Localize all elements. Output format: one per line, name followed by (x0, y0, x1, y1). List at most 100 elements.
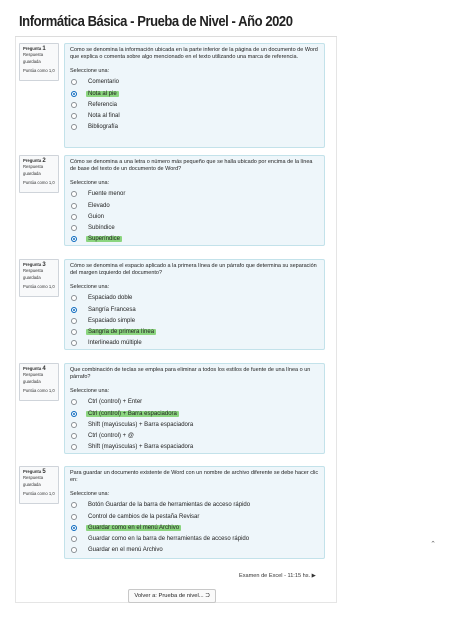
answer-label[interactable]: Guion (86, 214, 106, 220)
question-content: Que combinación de teclas se emplea para… (64, 363, 325, 454)
next-activity-link[interactable]: Examen de Excel - 11:15 hs. ▶ (239, 573, 316, 579)
answer-option[interactable]: Comentario (70, 77, 320, 88)
answer-prompt: Seleccione una: (70, 387, 110, 394)
answer-label[interactable]: Ctrl (control) + Enter (86, 399, 144, 405)
answer-label[interactable]: Nota al pie (86, 90, 119, 97)
question-number-value: 4 (42, 366, 46, 372)
answer-option[interactable]: Sangría Francesa (70, 304, 320, 315)
answer-option[interactable]: Guardar como en el menú Archivo (70, 522, 320, 533)
back-to-quiz-button[interactable]: Volver a: Prueba de nivel... ⮊ (128, 589, 216, 603)
answer-option[interactable]: Guardar como en la barra de herramientas… (70, 533, 320, 544)
radio-button[interactable] (71, 191, 77, 198)
answer-option[interactable]: Interlineado múltiple (70, 338, 320, 349)
radio-button[interactable] (71, 328, 77, 335)
answer-label[interactable]: Elevado (86, 203, 112, 209)
question-info: Pregunta 3 Respuesta guardada Puntúa como … (19, 259, 59, 297)
answer-label[interactable]: Superíndice (86, 236, 123, 243)
radio-button[interactable] (71, 236, 77, 243)
answer-label[interactable]: Guardar como en el menú Archivo (86, 524, 182, 531)
question-number-value: 3 (42, 262, 46, 268)
question-info: Pregunta 5 Respuesta guardada Puntúa como … (19, 466, 59, 504)
radio-button[interactable] (71, 124, 77, 131)
answer-label[interactable]: Fuente menor (86, 191, 127, 197)
answer-option[interactable]: Shift (mayúsculas) + Barra espaciadora (70, 442, 320, 453)
radio-button[interactable] (71, 317, 77, 324)
radio-button[interactable] (71, 524, 77, 531)
radio-button[interactable] (71, 502, 77, 509)
radio-button[interactable] (71, 399, 77, 406)
page-title: Informática Básica - Prueba de Nivel - A… (19, 14, 293, 30)
chevron-up-icon[interactable]: ⌃ (428, 540, 438, 550)
answer-label[interactable]: Botón Guardar de la barra de herramienta… (86, 502, 252, 508)
answer-label[interactable]: Sangría de primera línea (86, 328, 157, 335)
answer-label[interactable]: Espaciado doble (86, 295, 134, 301)
answer-option[interactable]: Guion (70, 211, 320, 222)
answer-label[interactable]: Nota al final (86, 113, 122, 119)
answer-option[interactable]: Bibliografía (70, 122, 320, 133)
answer-label[interactable]: Comentario (86, 79, 121, 85)
radio-button[interactable] (71, 547, 77, 554)
answer-label[interactable]: Shift (mayúsculas) + Barra espaciadora (86, 422, 195, 428)
answer-option[interactable]: Ctrl (control) + @ (70, 430, 320, 441)
radio-button[interactable] (71, 421, 77, 428)
radio-button[interactable] (71, 432, 77, 439)
answer-label[interactable]: Referencia (86, 102, 119, 108)
answer-label[interactable]: Shift (mayúsculas) + Barra espaciadora (86, 444, 195, 450)
question-status: Respuesta guardada (23, 268, 44, 280)
radio-button[interactable] (71, 295, 77, 302)
answer-option[interactable]: Ctrl (control) + Barra espaciadora (70, 408, 320, 419)
answer-label[interactable]: Sangría Francesa (86, 307, 138, 313)
radio-button[interactable] (71, 79, 77, 86)
radio-button[interactable] (71, 410, 77, 417)
answer-option[interactable]: Guardar en el menú Archivo (70, 545, 320, 556)
answer-label[interactable]: Ctrl (control) + @ (86, 433, 136, 439)
question-number-label: Pregunta (23, 158, 42, 163)
answer-label[interactable]: Ctrl (control) + Barra espaciadora (86, 410, 179, 417)
answer-option[interactable]: Subíndice (70, 222, 320, 233)
answer-option[interactable]: Fuente menor (70, 189, 320, 200)
radio-button[interactable] (71, 112, 77, 119)
question-score: Puntúa como 1,0 (23, 284, 55, 290)
question-text: Cómo se denomina a una letra o número má… (70, 159, 313, 173)
answer-option[interactable]: Nota al final (70, 110, 320, 121)
answer-option[interactable]: Botón Guardar de la barra de herramienta… (70, 500, 320, 511)
question-number-label: Pregunta (23, 262, 42, 267)
answer-option[interactable]: Control de cambios de la pestaña Revisar (70, 511, 320, 522)
question-info: Pregunta 2 Respuesta guardada Puntúa como … (19, 155, 59, 193)
radio-button[interactable] (71, 306, 77, 313)
answer-label[interactable]: Guardar en el menú Archivo (86, 547, 165, 553)
radio-button[interactable] (71, 340, 77, 347)
answer-option[interactable]: Sangría de primera línea (70, 326, 320, 337)
answer-option[interactable]: Superíndice (70, 234, 320, 245)
radio-button[interactable] (71, 224, 77, 231)
radio-button[interactable] (71, 213, 77, 220)
answer-label[interactable]: Control de cambios de la pestaña Revisar (86, 514, 201, 520)
answer-option[interactable]: Referencia (70, 99, 320, 110)
question-status: Respuesta guardada (23, 372, 44, 384)
answer-label[interactable]: Espaciado simple (86, 318, 137, 324)
answer-label[interactable]: Subíndice (86, 225, 117, 231)
answer-option[interactable]: Ctrl (control) + Enter (70, 397, 320, 408)
radio-button[interactable] (71, 90, 77, 97)
answer-option[interactable]: Nota al pie (70, 88, 320, 99)
question-content: Cómo se denomina el espacio aplicado a l… (64, 259, 325, 350)
answer-option[interactable]: Shift (mayúsculas) + Barra espaciadora (70, 419, 320, 430)
question-text: Como se denomina la información ubicada … (70, 47, 318, 61)
radio-button[interactable] (71, 444, 77, 451)
answer-option[interactable]: Espaciado simple (70, 315, 320, 326)
answer-option[interactable]: Espaciado doble (70, 293, 320, 304)
radio-button[interactable] (71, 513, 77, 520)
question-status: Respuesta guardada (23, 52, 44, 64)
radio-button[interactable] (71, 535, 77, 542)
answer-label[interactable]: Bibliografía (86, 124, 120, 130)
question-score: Puntúa como 1,0 (23, 388, 55, 394)
question-text: Que combinación de teclas se emplea para… (70, 367, 311, 381)
radio-button[interactable] (71, 202, 77, 209)
question-score: Puntúa como 1,0 (23, 68, 55, 74)
answer-label[interactable]: Guardar como en la barra de herramientas… (86, 536, 251, 542)
question-status: Respuesta guardada (23, 475, 44, 487)
radio-button[interactable] (71, 101, 77, 108)
question-info: Pregunta 1 Respuesta guardada Puntúa como … (19, 43, 59, 81)
answer-option[interactable]: Elevado (70, 200, 320, 211)
answer-label[interactable]: Interlineado múltiple (86, 340, 144, 346)
